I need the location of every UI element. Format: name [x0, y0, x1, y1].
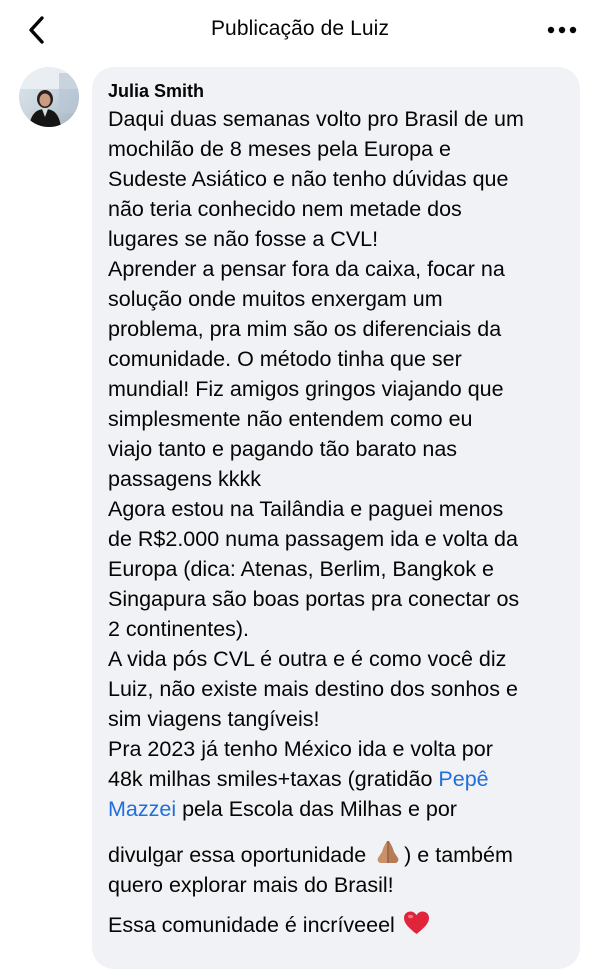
- comment-line: Agora estou na Tailândia e paguei menos: [108, 497, 504, 521]
- comment-line-text: Essa comunidade é incríveeel: [108, 913, 401, 937]
- more-horizontal-icon[interactable]: [546, 18, 578, 42]
- comment-line: Essa comunidade é incríveeel: [108, 910, 566, 940]
- comment-line: Sudeste Asiático e não tenho dúvidas que: [108, 167, 509, 191]
- comment-line: não teria conhecido nem metade dos: [108, 197, 462, 221]
- comment-line: mundial! Fiz amigos gringos viajando que: [108, 377, 504, 401]
- comment-line: Luiz, não existe mais destino dos sonhos…: [108, 677, 518, 701]
- comment-line: de R$2.000 numa passagem ida e volta da: [108, 527, 518, 551]
- comment-line: simplesmente não entendem como eu: [108, 407, 473, 431]
- comment-line: A vida pós CVL é outra e é como você diz: [108, 647, 507, 671]
- top-bar: Publicação de Luiz: [0, 0, 600, 62]
- avatar[interactable]: [19, 67, 79, 127]
- comment-line: Aprender a pensar fora da caixa, focar n…: [108, 257, 505, 281]
- mention-link[interactable]: Mazzei: [108, 797, 176, 821]
- comment-text: Daqui duas semanas volto pro Brasil de u…: [108, 104, 566, 940]
- comment-line: divulgar essa oportunidade ) e também: [108, 838, 566, 870]
- comment-line: sim viagens tangíveis!: [108, 707, 320, 731]
- mention-link[interactable]: Pepê: [438, 767, 488, 791]
- comment-line: 2 continentes).: [108, 617, 250, 641]
- comment-line: Mazzei pela Escola das Milhas e por: [108, 794, 566, 824]
- comment-line-text: ) e também: [404, 843, 513, 867]
- comment-line: passagens kkkk: [108, 467, 261, 491]
- page-title: Publicação de Luiz: [210, 17, 390, 40]
- comment-line: quero explorar mais do Brasil!: [108, 873, 394, 897]
- comment-line: mochilão de 8 meses pela Europa e: [108, 137, 452, 161]
- comment-line: Singapura são boas portas pra conectar o…: [108, 587, 520, 611]
- folded-hands-icon: [377, 841, 399, 863]
- comment-bubble: Julia Smith Daqui duas semanas volto pro…: [92, 67, 580, 969]
- comment-line: lugares se não fosse a CVL!: [108, 227, 379, 251]
- comment-line: Daqui duas semanas volto pro Brasil de u…: [108, 107, 524, 131]
- comment-author-name[interactable]: Julia Smith: [108, 79, 566, 103]
- comment-line-text: divulgar essa oportunidade: [108, 843, 373, 867]
- comment-line: 48k milhas smiles+taxas (gratidão Pepê: [108, 764, 566, 794]
- comment-line: problema, pra mim são os diferenciais da: [108, 317, 502, 341]
- comment-line: solução onde muitos enxergam um: [108, 287, 443, 311]
- profile-photo-icon: [19, 67, 79, 127]
- comment-line: viajo tanto e pagando tão barato nas: [108, 437, 458, 461]
- comment-line: comunidade. O método tinha que ser: [108, 347, 462, 371]
- comment-line-text: pela Escola das Milhas e por: [176, 797, 457, 821]
- comment-line-text: 48k milhas smiles+taxas (gratidão: [108, 767, 439, 791]
- comment-line: Europa (dica: Atenas, Berlim, Bangkok e: [108, 557, 495, 581]
- comment-line: Pra 2023 já tenho México ida e volta por: [108, 737, 493, 761]
- red-heart-icon: [403, 911, 429, 934]
